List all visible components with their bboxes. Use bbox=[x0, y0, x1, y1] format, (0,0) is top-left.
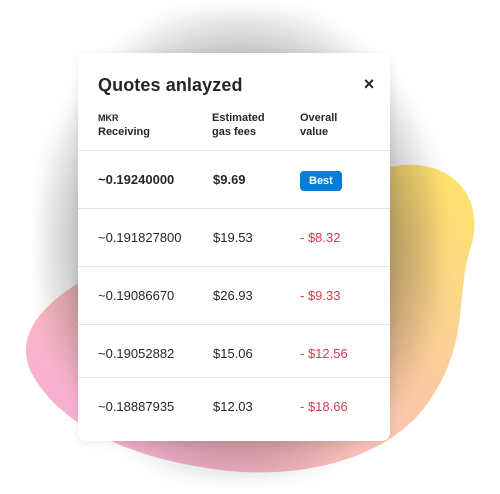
receiving-amount: ~0.18887935 bbox=[98, 399, 175, 414]
overall-value: Best bbox=[300, 151, 342, 208]
close-icon[interactable]: × bbox=[360, 75, 378, 93]
best-badge: Best bbox=[300, 170, 342, 191]
gas-fee: $12.03 bbox=[213, 399, 253, 414]
gas-fee: $15.06 bbox=[213, 346, 253, 361]
receiving-amount: ~0.19240000 bbox=[98, 172, 175, 187]
column-header-receiving: MKR Receiving bbox=[98, 111, 150, 139]
gas-fee: $9.69 bbox=[213, 172, 246, 187]
gas-label-2: gas fees bbox=[212, 126, 257, 138]
gas-label-1: Estimated bbox=[212, 112, 265, 124]
value-label-2: value bbox=[300, 126, 329, 138]
gas-fee: $26.93 bbox=[213, 288, 253, 303]
overall-value: - $18.66 bbox=[300, 399, 348, 414]
gas-fee: $19.53 bbox=[213, 230, 253, 245]
overall-value: - $9.33 bbox=[300, 288, 341, 303]
receiving-amount: ~0.19052882 bbox=[98, 346, 175, 361]
quote-row-best[interactable]: ~0.19240000 $9.69 Best bbox=[78, 150, 390, 208]
quote-row[interactable]: ~0.19086670 $26.93 - $9.33 bbox=[78, 266, 390, 324]
quotes-modal: Quotes anlayzed × MKR Receiving Estimate… bbox=[78, 53, 390, 441]
receiving-amount: ~0.191827800 bbox=[98, 230, 182, 245]
value-label-1: Overall bbox=[300, 112, 338, 124]
receiving-token: MKR bbox=[98, 113, 119, 123]
receiving-amount: ~0.19086670 bbox=[98, 288, 175, 303]
quote-row[interactable]: ~0.19052882 $15.06 - $12.56 bbox=[78, 324, 390, 382]
quote-row[interactable]: ~0.191827800 $19.53 - $8.32 bbox=[78, 208, 390, 266]
receiving-label: Receiving bbox=[98, 126, 150, 138]
column-header-value: Overall value bbox=[300, 111, 337, 139]
overall-value: - $8.32 bbox=[300, 230, 341, 245]
column-header-gas: Estimated gas fees bbox=[212, 111, 265, 139]
quote-row[interactable]: ~0.18887935 $12.03 - $18.66 bbox=[78, 377, 390, 435]
overall-value: - $12.56 bbox=[300, 346, 348, 361]
modal-title: Quotes anlayzed bbox=[98, 75, 243, 95]
